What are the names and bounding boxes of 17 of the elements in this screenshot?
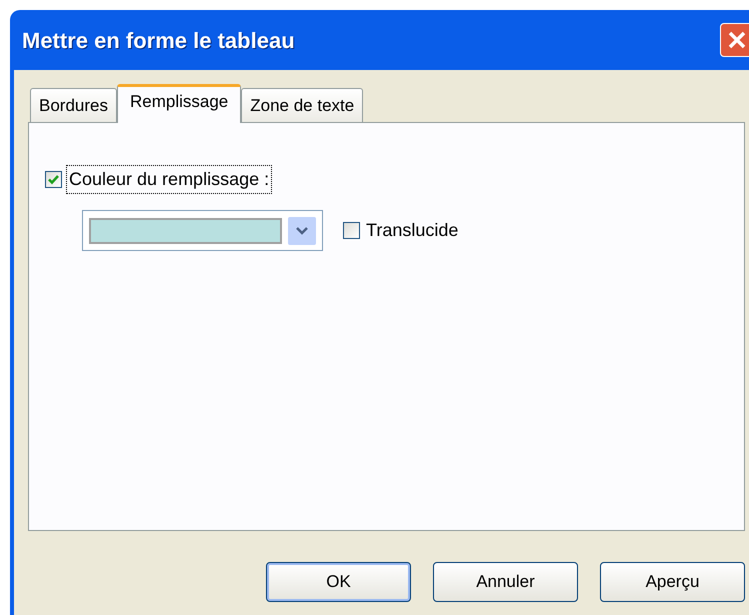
checkbox[interactable] bbox=[343, 222, 360, 239]
color-dropdown[interactable] bbox=[82, 210, 323, 251]
dialog-button[interactable]: Aperçu bbox=[600, 562, 745, 602]
dialog-button[interactable]: OK bbox=[266, 562, 411, 602]
checkbox[interactable] bbox=[45, 171, 62, 188]
checkbox-label[interactable]: Couleur du remplissage : bbox=[66, 165, 272, 194]
checkmark-icon bbox=[48, 174, 59, 185]
chevron-down-icon bbox=[296, 226, 308, 234]
tab[interactable]: Remplissage bbox=[116, 84, 242, 123]
tab[interactable]: Zone de texte bbox=[241, 88, 364, 122]
close-icon bbox=[728, 31, 746, 49]
tab[interactable]: Bordures bbox=[30, 88, 117, 122]
dialog-button[interactable]: Annuler bbox=[433, 562, 578, 602]
close-button[interactable] bbox=[720, 23, 749, 57]
dropdown-button[interactable] bbox=[288, 216, 316, 244]
checkbox-label[interactable]: Translucide bbox=[366, 217, 458, 244]
window-title: Mettre en forme le tableau bbox=[21, 26, 295, 54]
